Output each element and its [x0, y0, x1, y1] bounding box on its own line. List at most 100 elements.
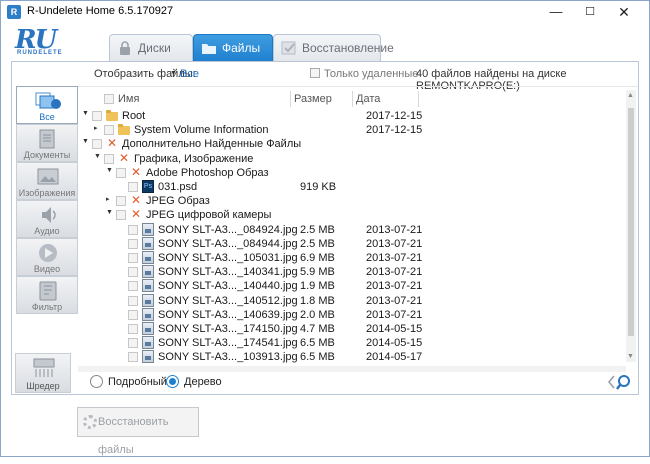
tab-disks[interactable]: Диски: [109, 34, 193, 61]
table-row[interactable]: SONY SLT-A3..._140341.jpg 5.9 MB 2013-07-2…: [78, 265, 626, 279]
search-icon[interactable]: [606, 372, 634, 392]
tab-recovery[interactable]: Восстановление: [273, 34, 394, 61]
sidebar-item-filter[interactable]: Фильтр: [16, 276, 78, 314]
table-row[interactable]: ▼ ✕ Дополнительно Найденные Файлы: [78, 137, 626, 151]
app-logo: RU RUNDELETE: [15, 25, 63, 57]
sidebar-item-images[interactable]: Изображения: [16, 162, 78, 200]
shredder-button[interactable]: Шредер: [15, 353, 71, 393]
file-date: 2013-07-21: [366, 294, 423, 307]
sidebar-item-all[interactable]: Все: [16, 86, 78, 124]
column-size[interactable]: Размер: [294, 93, 332, 105]
collapse-icon[interactable]: ▼: [106, 167, 114, 174]
collapse-icon[interactable]: ▼: [106, 209, 114, 216]
sidebar-label-audio: Аудио: [34, 226, 60, 236]
window-title: R-Undelete Home 6.5.170927: [27, 5, 174, 17]
table-row[interactable]: SONY SLT-A3..._103913.jpg 6.5 MB 2014-05-1…: [78, 350, 626, 364]
row-checkbox[interactable]: [116, 210, 126, 221]
row-checkbox[interactable]: [128, 253, 138, 263]
table-row[interactable]: SONY SLT-A3..._140440.jpg 1.9 MB 2013-07-2…: [78, 279, 626, 293]
table-row[interactable]: ▼ ✕ JPEG цифровой камеры: [78, 208, 626, 222]
file-date: 2017-12-15: [366, 110, 423, 122]
tab-files[interactable]: Файлы: [193, 34, 273, 62]
table-row[interactable]: ▼ ✕ Adobe Photoshop Образ: [78, 165, 626, 180]
file-name: SONY SLT-A3..._140639.jpg: [158, 308, 298, 321]
row-checkbox[interactable]: [128, 224, 138, 235]
row-checkbox[interactable]: [128, 295, 138, 306]
sidebar-item-documents[interactable]: Документы: [16, 124, 78, 162]
file-name: SONY SLT-A3..._084924.jpg: [158, 223, 298, 236]
image-file-icon: [142, 222, 154, 236]
file-name: SONY SLT-A3..._140512.jpg: [158, 294, 298, 307]
expand-icon[interactable]: ▸: [94, 124, 102, 132]
table-row[interactable]: ▼ Root 2017-12-15: [78, 109, 626, 123]
table-row[interactable]: ▼ ✕ Графика, Изображение: [78, 150, 626, 166]
images-icon: [37, 168, 59, 185]
table-row[interactable]: SONY SLT-A3..._140639.jpg 2.0 MB 2013-07-2…: [78, 307, 626, 322]
collapse-icon[interactable]: ▼: [82, 110, 90, 117]
row-checkbox[interactable]: [128, 238, 138, 249]
video-icon: [39, 244, 57, 262]
column-date[interactable]: Дата: [356, 93, 380, 105]
show-files-dropdown[interactable]: Все: [170, 68, 199, 80]
row-checkbox[interactable]: [128, 182, 138, 192]
collapse-icon[interactable]: ▼: [94, 153, 102, 160]
select-all-checkbox[interactable]: [104, 94, 114, 104]
row-checkbox[interactable]: [128, 309, 138, 320]
row-checkbox[interactable]: [104, 153, 114, 164]
sidebar-item-video[interactable]: Видео: [16, 238, 78, 276]
row-checkbox[interactable]: [128, 338, 138, 349]
close-button[interactable]: ✕: [607, 1, 641, 23]
table-row[interactable]: SONY SLT-A3..._174541.jpg 6.5 MB 2014-05-1…: [78, 336, 626, 350]
sidebar-label-filter: Фильтр: [31, 302, 63, 312]
scroll-up-icon[interactable]: ▲: [627, 92, 634, 99]
maximize-button[interactable]: ☐: [573, 1, 607, 23]
sidebar-item-audio[interactable]: Аудио: [16, 200, 78, 238]
column-separator[interactable]: [290, 91, 291, 107]
file-size: 2.5 MB: [300, 223, 335, 236]
column-separator[interactable]: [418, 91, 419, 107]
vertical-scrollbar[interactable]: ▲ ▼: [626, 90, 636, 362]
table-row[interactable]: SONY SLT-A3..._140512.jpg 1.8 MB 2013-07-2…: [78, 293, 626, 308]
file-name: Root: [122, 110, 146, 122]
table-row[interactable]: ▸ System Volume Information 2017-12-15: [78, 123, 626, 137]
file-name: JPEG цифровой камеры: [146, 209, 272, 222]
row-checkbox[interactable]: [128, 267, 138, 278]
column-name[interactable]: Имя: [118, 93, 139, 105]
file-size: 5.9 MB: [300, 266, 335, 279]
row-checkbox[interactable]: [116, 167, 126, 178]
table-row[interactable]: SONY SLT-A3..._174150.jpg 4.7 MB 2014-05-1…: [78, 322, 626, 336]
file-name: Дополнительно Найденные Файлы: [122, 138, 302, 151]
file-name: Adobe Photoshop Образ: [146, 166, 269, 179]
row-checkbox[interactable]: [104, 125, 114, 136]
audio-icon: [42, 207, 56, 223]
table-row[interactable]: SONY SLT-A3..._105031.jpg 6.9 MB 2013-07-2…: [78, 251, 626, 265]
scroll-thumb[interactable]: [628, 108, 634, 336]
row-checkbox[interactable]: [128, 281, 138, 292]
row-checkbox[interactable]: [92, 139, 102, 150]
image-file-icon: [142, 322, 154, 335]
scroll-down-icon[interactable]: ▼: [627, 353, 634, 360]
restore-files-button[interactable]: Восстановить файлы: [77, 407, 199, 456]
row-checkbox[interactable]: [128, 352, 138, 363]
table-row[interactable]: SONY SLT-A3..._084924.jpg 2.5 MB 2013-07-2…: [78, 222, 626, 237]
minimize-button[interactable]: —: [539, 1, 573, 23]
folder-icon: [106, 110, 118, 121]
collapse-icon[interactable]: ▼: [82, 138, 90, 145]
file-name: SONY SLT-A3..._103913.jpg: [158, 351, 298, 364]
file-name: Графика, Изображение: [134, 152, 254, 165]
table-row[interactable]: SONY SLT-A3..._084944.jpg 2.5 MB 2013-07-2…: [78, 236, 626, 251]
view-tree-radio[interactable]: [166, 375, 179, 388]
deleted-only-checkbox[interactable]: [310, 68, 320, 78]
filter-icon: [39, 281, 57, 301]
view-detailed-radio[interactable]: [90, 375, 103, 388]
row-checkbox[interactable]: [128, 324, 138, 334]
table-row[interactable]: Ps 031.psd 919 KB: [78, 180, 626, 194]
shredder-icon: [33, 358, 55, 377]
file-date: 2013-07-21: [366, 223, 423, 236]
table-row[interactable]: ▸ ✕ JPEG Образ: [78, 194, 626, 208]
row-checkbox[interactable]: [116, 196, 126, 207]
row-checkbox[interactable]: [92, 111, 102, 121]
column-separator[interactable]: [352, 91, 353, 107]
expand-icon[interactable]: ▸: [106, 195, 114, 203]
deleted-folder-icon: ✕: [118, 150, 130, 165]
